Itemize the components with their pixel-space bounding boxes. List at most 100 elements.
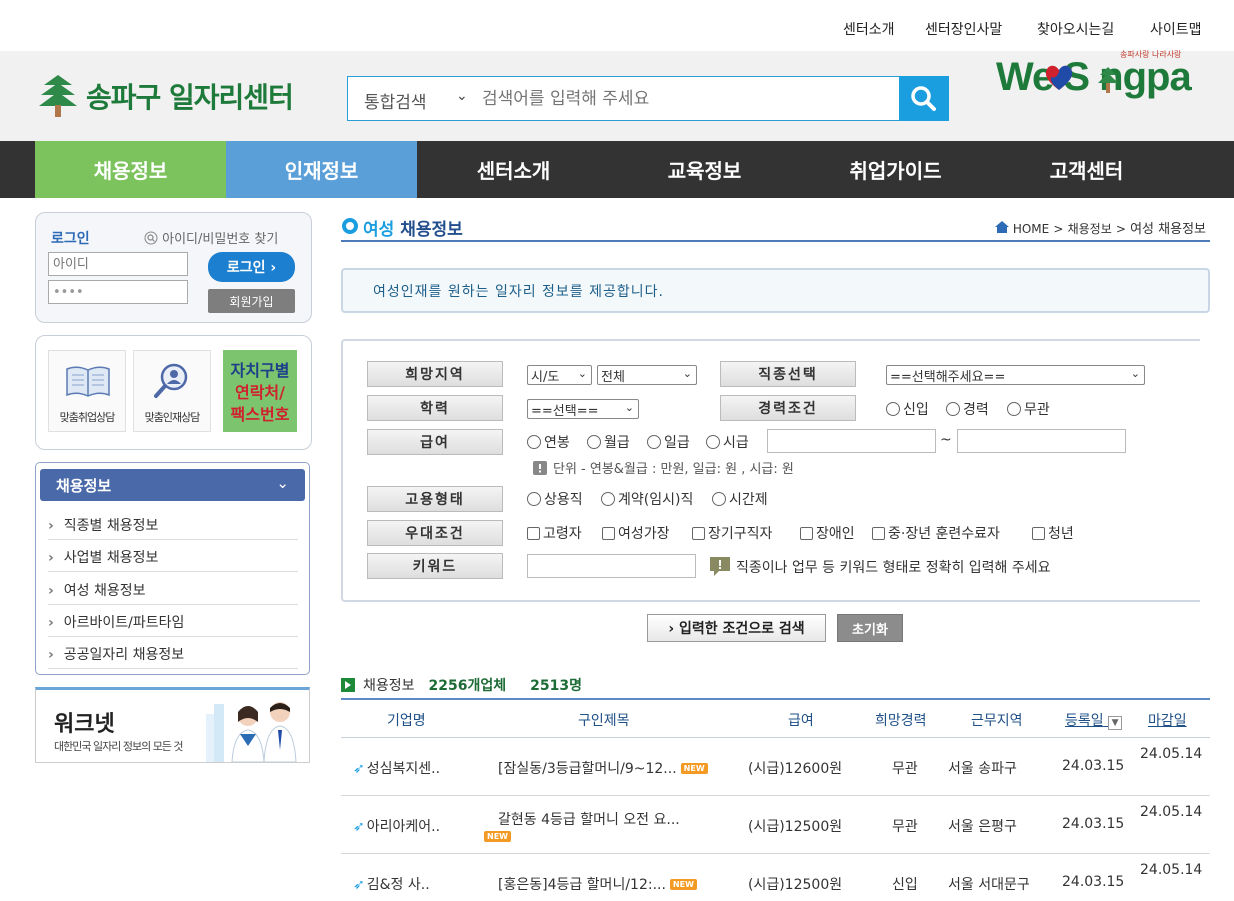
find-account-link[interactable]: 아이디/비밀번호 찾기 bbox=[144, 228, 278, 247]
company-name[interactable]: ➶ 아리아케어.. bbox=[353, 816, 440, 836]
nav-item-job-guide[interactable]: 취업가이드 bbox=[800, 141, 991, 198]
career-radio-new[interactable]: 신입 bbox=[886, 399, 929, 419]
radio-button bbox=[647, 435, 661, 449]
job-title-link[interactable]: 갈현동 4등급 할머니 오전 요... NEW bbox=[484, 809, 680, 845]
radio-button bbox=[527, 435, 541, 449]
pay-min-input[interactable] bbox=[767, 429, 936, 453]
search-submit-button[interactable]: › 입력한 조건으로 검색 bbox=[647, 614, 826, 642]
join-button[interactable]: 회원가입 bbox=[208, 289, 295, 313]
company-name[interactable]: ➶ 김&정 사.. bbox=[353, 874, 430, 894]
side-menu-item-label: 공공일자리 채용정보 bbox=[63, 647, 185, 663]
table-row[interactable]: ➶ 성심복지센.. [잠실동/3등급할머니/9~12... NEW (시급)1260… bbox=[341, 738, 1210, 796]
side-menu-item-public-jobs[interactable]: › 공공일자리 채용정보 bbox=[48, 637, 298, 669]
chevron-down-icon: ⌄ bbox=[624, 401, 634, 414]
site-logo[interactable]: 송파구 일자리센터 bbox=[38, 71, 294, 121]
login-button[interactable]: 로그인 › bbox=[208, 252, 295, 282]
search-input[interactable] bbox=[482, 83, 892, 114]
chevron-down-icon[interactable]: ⌄ bbox=[456, 88, 468, 104]
side-menu-item-parttime[interactable]: › 아르바이트/파트타임 bbox=[48, 605, 298, 637]
pref-check-youth[interactable]: 청년 bbox=[1032, 523, 1074, 543]
side-menu-item-by-project[interactable]: › 사업별 채용정보 bbox=[48, 540, 298, 572]
page-title-accent: 여성 bbox=[363, 220, 395, 240]
pref-check-elderly[interactable]: 고령자 bbox=[527, 523, 582, 543]
nav-item-recruit-info[interactable]: 채용정보 bbox=[35, 141, 226, 198]
job-title-link[interactable]: [홍은동]4등급 할머니/12:... NEW bbox=[498, 874, 697, 894]
util-link-directions[interactable]: 찾아오시는길 bbox=[1037, 19, 1114, 39]
pay-option-label: 일급 bbox=[664, 435, 690, 451]
career-radio-any[interactable]: 무관 bbox=[1007, 399, 1050, 419]
pref-check-middle-aged[interactable]: 중·장년 훈련수료자 bbox=[872, 523, 1000, 543]
region-sido-select[interactable]: 시/도 ⌄ bbox=[527, 365, 592, 385]
employment-radio-regular[interactable]: 상용직 bbox=[527, 489, 583, 509]
password-field[interactable] bbox=[48, 280, 188, 304]
heart-icon bbox=[1045, 65, 1073, 90]
new-badge: NEW bbox=[669, 879, 697, 890]
reset-button[interactable]: 초기화 bbox=[837, 614, 903, 642]
site-header: 송파구 일자리센터 통합검색 ⌄ 송파사랑 나라사랑 We S ngpa bbox=[0, 50, 1234, 141]
id-field[interactable] bbox=[48, 252, 188, 276]
col-title: 구인제목 bbox=[578, 713, 630, 729]
side-menu-item-by-job[interactable]: › 직종별 채용정보 bbox=[48, 508, 298, 540]
radio-button bbox=[946, 402, 960, 416]
util-link-sitemap[interactable]: 사이트맵 bbox=[1150, 19, 1202, 39]
nav-item-customer-center[interactable]: 고객센터 bbox=[991, 141, 1182, 198]
search-bar: 통합검색 ⌄ bbox=[347, 76, 949, 121]
side-menu-item-label: 여성 채용정보 bbox=[63, 583, 146, 599]
side-menu-item-label: 직종별 채용정보 bbox=[63, 518, 159, 534]
career-radio-experienced[interactable]: 경력 bbox=[946, 399, 989, 419]
career-option-label: 무관 bbox=[1024, 402, 1050, 418]
pay-radio-hourly[interactable]: 시급 bbox=[706, 432, 749, 452]
pref-check-female-head[interactable]: 여성가장 bbox=[602, 523, 670, 543]
job-type-select[interactable]: ==선택해주세요== ⌄ bbox=[886, 365, 1145, 385]
region-cell: 서울 서대문구 bbox=[948, 877, 1030, 893]
login-box: 로그인 아이디/비밀번호 찾기 로그인 › 회원가입 bbox=[35, 212, 312, 323]
breadcrumb-home[interactable]: HOME bbox=[1013, 222, 1049, 236]
quick-district-contacts[interactable]: 자치구별 연락처/ 팩스번호 bbox=[223, 350, 297, 432]
util-link-greeting[interactable]: 센터장인사말 bbox=[925, 19, 1002, 39]
employment-radio-parttime[interactable]: 시간제 bbox=[712, 489, 768, 509]
pay-radio-annual[interactable]: 연봉 bbox=[527, 432, 570, 452]
col-reg-date-sort[interactable]: 등록일 ▼ bbox=[1065, 710, 1123, 730]
region-district-select[interactable]: 전체 ⌄ bbox=[597, 365, 697, 385]
pay-max-input[interactable] bbox=[957, 429, 1126, 453]
table-row[interactable]: ➶ 아리아케어.. 갈현동 4등급 할머니 오전 요... NEW (시급)1250… bbox=[341, 796, 1210, 854]
quick-talent-counsel[interactable]: 맞춤인재상담 bbox=[133, 350, 211, 432]
pay-cell: (시급)12600원 bbox=[748, 761, 843, 777]
nav-item-talent-info[interactable]: 인재정보 bbox=[226, 141, 417, 198]
region-cell: 서울 은평구 bbox=[948, 819, 1017, 835]
employment-radio-contract[interactable]: 계약(임시)직 bbox=[601, 489, 693, 509]
util-link-center-intro[interactable]: 센터소개 bbox=[843, 19, 895, 39]
pref-check-longterm[interactable]: 장기구직자 bbox=[692, 523, 772, 543]
side-menu-title[interactable]: 채용정보 ⌄ bbox=[40, 469, 305, 501]
col-reg-date: 등록일 bbox=[1065, 713, 1104, 729]
checkbox bbox=[800, 527, 813, 540]
breadcrumb-separator: > bbox=[1053, 222, 1064, 236]
summary-company-count: 2256개업체 bbox=[428, 678, 507, 694]
career-cell: 무관 bbox=[892, 761, 918, 777]
pay-radio-daily[interactable]: 일급 bbox=[647, 432, 690, 452]
search-scope-select[interactable]: 통합검색 bbox=[364, 88, 427, 113]
education-select[interactable]: ==선택== ⌄ bbox=[527, 399, 639, 419]
radio-button bbox=[712, 492, 726, 506]
quick-job-counsel[interactable]: 맞춤취업상담 bbox=[48, 350, 126, 432]
pay-radio-monthly[interactable]: 월급 bbox=[587, 432, 630, 452]
education-value: ==선택== bbox=[531, 404, 599, 419]
job-title-link[interactable]: [잠실동/3등급할머니/9~12... NEW bbox=[498, 758, 708, 778]
table-row[interactable]: ➶ 김&정 사.. [홍은동]4등급 할머니/12:... NEW (시급)1250… bbox=[341, 854, 1210, 901]
pay-unit-note: 단위 - 연봉&월급 : 만원, 일급: 원 , 시급: 원 bbox=[533, 458, 794, 477]
keyword-note-text: 직종이나 업무 등 키워드 형태로 정확히 입력해 주세요 bbox=[736, 560, 1051, 576]
radio-button bbox=[1007, 402, 1021, 416]
breadcrumb-recruit[interactable]: 채용정보 bbox=[1068, 222, 1112, 236]
radio-button bbox=[601, 492, 615, 506]
keyword-input[interactable] bbox=[527, 554, 696, 578]
side-menu-item-women[interactable]: › 여성 채용정보 bbox=[48, 573, 298, 605]
nav-item-education[interactable]: 교육정보 bbox=[609, 141, 800, 198]
pref-check-disabled[interactable]: 장애인 bbox=[800, 523, 855, 543]
worknet-banner[interactable]: 워크넷 대한민국 일자리 정보의 모든 것 bbox=[35, 687, 310, 763]
company-name[interactable]: ➶ 성심복지센.. bbox=[353, 758, 440, 778]
side-menu-item-label: 아르바이트/파트타임 bbox=[63, 615, 185, 631]
nav-item-center-intro[interactable]: 센터소개 bbox=[418, 141, 609, 198]
col-due-date-sort[interactable]: 마감일 bbox=[1148, 710, 1187, 730]
search-button[interactable] bbox=[899, 76, 949, 121]
col-company: 기업명 bbox=[387, 713, 426, 729]
